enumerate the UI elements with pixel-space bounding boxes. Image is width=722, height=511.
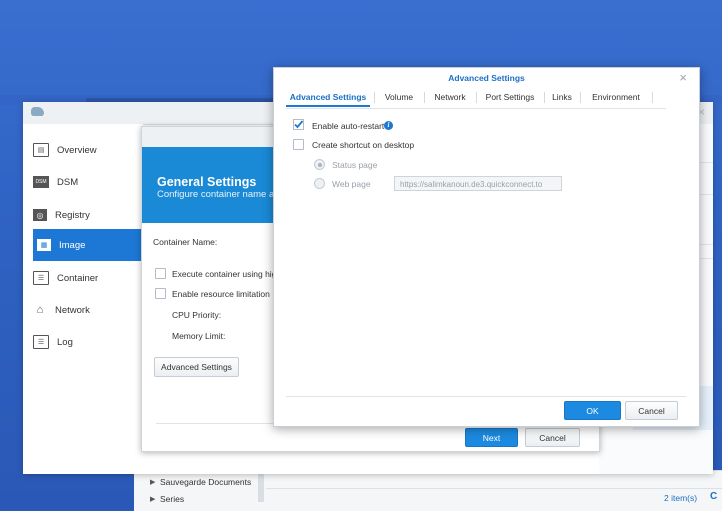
tab-separator xyxy=(652,92,653,103)
docker-sidebar: ▤ Overview DSM DSM ◎ Registry ▦ Image ☰ … xyxy=(23,124,143,474)
status-page-radio[interactable] xyxy=(314,159,325,170)
container-icon: ☰ xyxy=(33,271,49,285)
log-icon: ☰ xyxy=(33,335,49,349)
file-folder-list: ▶ Sauvegarde Documents ▶ Series xyxy=(150,474,251,508)
tab-separator xyxy=(580,92,581,103)
auto-restart-label: Enable auto-restart xyxy=(312,121,385,131)
sidebar-item-label: Registry xyxy=(55,209,90,221)
sidebar-item-label: DSM xyxy=(57,176,79,188)
ok-button[interactable]: OK xyxy=(564,401,621,420)
sidebar-item-label: Overview xyxy=(57,144,97,156)
cpu-priority-label: CPU Priority: xyxy=(172,310,222,320)
shortcut-label: Create shortcut on desktop xyxy=(312,140,415,150)
docker-logo-icon xyxy=(31,107,44,116)
dialog-title: Advanced Settings xyxy=(448,73,525,83)
sidebar-item-label: Container xyxy=(57,272,99,284)
expand-arrow-icon[interactable]: ▶ xyxy=(150,491,155,508)
resource-limit-label: Enable resource limitation xyxy=(172,289,270,299)
sidebar-item-network[interactable]: ⌂ Network xyxy=(33,294,143,326)
high-privilege-checkbox[interactable] xyxy=(155,268,166,279)
tab-separator xyxy=(544,92,545,103)
web-page-url-input[interactable]: https://salimkanoun.de3.quickconnect.to xyxy=(394,176,562,191)
tab-separator xyxy=(374,92,375,103)
registry-icon: ◎ xyxy=(33,209,47,221)
tab-advanced-settings[interactable]: Advanced Settings xyxy=(286,88,370,107)
divider xyxy=(286,396,686,397)
sidebar-item-label: Log xyxy=(57,336,73,348)
sidebar-item-overview[interactable]: ▤ Overview xyxy=(33,134,143,166)
sidebar-item-label: Image xyxy=(59,239,86,251)
tab-separator xyxy=(476,92,477,103)
folder-label: Series xyxy=(160,494,185,504)
shortcut-checkbox[interactable] xyxy=(293,139,304,150)
tab-separator xyxy=(424,92,425,103)
cancel-button[interactable]: Cancel xyxy=(625,401,678,420)
sidebar-item-registry[interactable]: ◎ Registry xyxy=(33,199,143,231)
next-button[interactable]: Next xyxy=(465,428,518,447)
tab-bar: Advanced Settings Volume Network Port Se… xyxy=(286,88,666,109)
folder-item[interactable]: ▶ Sauvegarde Documents xyxy=(150,474,251,491)
tab-network[interactable]: Network xyxy=(428,88,472,107)
sidebar-item-image[interactable]: ▦ Image xyxy=(33,229,141,261)
advanced-settings-dialog: Advanced Settings × Advanced Settings Vo… xyxy=(273,67,700,427)
tab-port-settings[interactable]: Port Settings xyxy=(480,88,540,107)
page-subtitle: Configure container name and xyxy=(157,189,285,200)
web-page-label: Web page xyxy=(332,179,371,189)
auto-restart-checkbox[interactable] xyxy=(293,119,304,130)
folder-label: Sauvegarde Documents xyxy=(160,477,252,487)
container-name-label: Container Name: xyxy=(153,237,218,247)
sidebar-item-dsm[interactable]: DSM DSM xyxy=(33,166,143,198)
sidebar-item-container[interactable]: ☰ Container xyxy=(33,262,143,294)
item-count: 2 item(s) xyxy=(664,493,698,503)
sidebar-item-log[interactable]: ☰ Log xyxy=(33,326,143,358)
resource-limit-checkbox[interactable] xyxy=(155,288,166,299)
tab-environment[interactable]: Environment xyxy=(584,88,648,107)
page-title: General Settings xyxy=(157,175,257,189)
tab-links[interactable]: Links xyxy=(548,88,576,107)
info-icon[interactable]: i xyxy=(384,121,393,130)
high-privilege-label: Execute container using high xyxy=(172,269,282,279)
network-icon: ⌂ xyxy=(36,304,44,316)
divider xyxy=(266,488,722,489)
overview-icon: ▤ xyxy=(33,143,49,157)
tab-volume[interactable]: Volume xyxy=(378,88,420,107)
expand-arrow-icon[interactable]: ▶ xyxy=(150,474,155,491)
dsm-icon: DSM xyxy=(33,176,49,188)
memory-limit-label: Memory Limit: xyxy=(172,331,226,341)
cancel-button[interactable]: Cancel xyxy=(525,428,580,447)
scrollbar[interactable] xyxy=(258,474,264,502)
close-icon[interactable]: × xyxy=(679,70,687,85)
web-page-radio[interactable] xyxy=(314,178,325,189)
advanced-settings-button[interactable]: Advanced Settings xyxy=(154,357,239,377)
folder-item[interactable]: ▶ Series xyxy=(150,491,251,508)
image-icon: ▦ xyxy=(37,239,51,251)
status-page-label: Status page xyxy=(332,160,378,170)
sidebar-item-label: Network xyxy=(55,304,90,316)
refresh-icon[interactable]: C xyxy=(710,491,717,502)
